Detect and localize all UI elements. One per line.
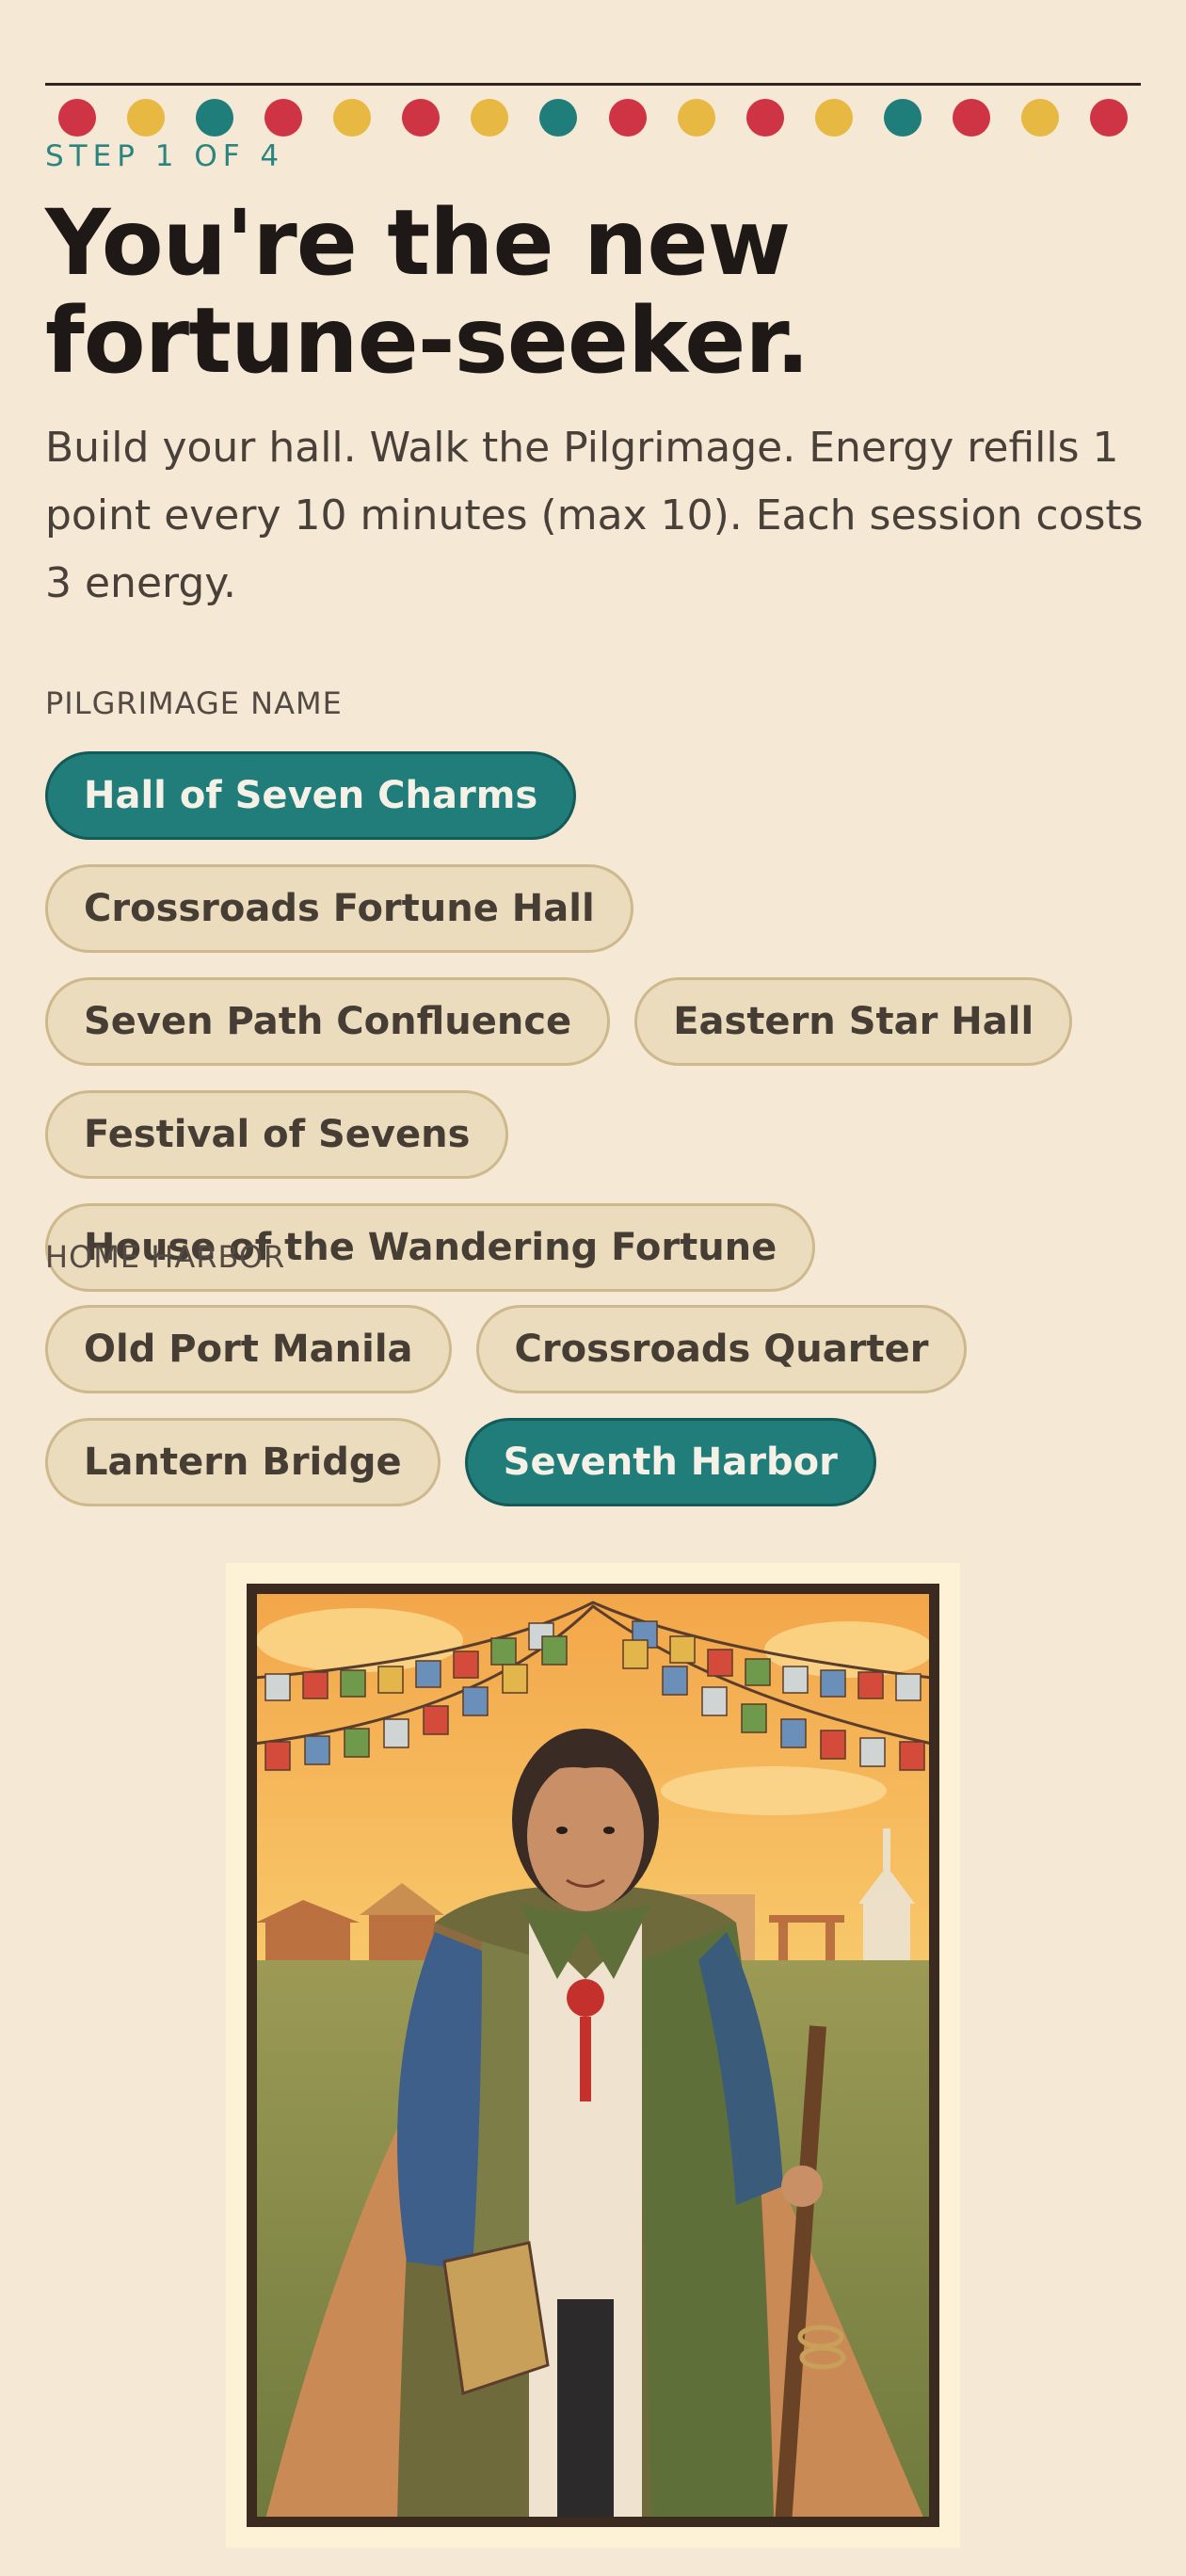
pilgrimage-option-eastern-star-hall[interactable]: Eastern Star Hall <box>634 977 1073 1066</box>
harbor-option-old-port-manila[interactable]: Old Port Manila <box>45 1305 452 1393</box>
progress-dot <box>814 99 853 137</box>
chip-label: Hall of Seven Charms <box>84 774 538 817</box>
progress-dot <box>402 99 441 137</box>
chip-label: Eastern Star Hall <box>673 1000 1034 1043</box>
pilgrimage-option-hall-of-seven-charms[interactable]: Hall of Seven Charms <box>45 751 577 840</box>
progress-dot <box>1089 99 1128 137</box>
harbor-option-crossroads-quarter[interactable]: Crossroads Quarter <box>475 1305 968 1393</box>
progress-dot <box>333 99 372 137</box>
step-indicator: STEP 1 OF 4 <box>45 139 285 173</box>
harbor-option-seventh-harbor[interactable]: Seventh Harbor <box>464 1418 876 1506</box>
progress-dot <box>608 99 647 137</box>
progress-dot <box>264 99 303 137</box>
chip-label: Old Port Manila <box>84 1328 413 1371</box>
pilgrim-portrait <box>226 1563 960 2548</box>
home-harbor-options: Old Port Manila Crossroads Quarter Lante… <box>45 1305 1156 1506</box>
pilgrim-illustration <box>247 1584 939 2527</box>
progress-dot <box>196 99 234 137</box>
chip-label: Festival of Sevens <box>84 1113 471 1156</box>
progress-dot <box>677 99 715 137</box>
progress-dot <box>127 99 166 137</box>
chip-label: Lantern Bridge <box>84 1441 402 1484</box>
header-rule <box>45 83 1141 86</box>
progress-dot <box>58 99 96 137</box>
progress-dot <box>471 99 509 137</box>
chip-label: Seven Path Confluence <box>84 1000 572 1043</box>
chip-label: Crossroads Quarter <box>514 1328 929 1371</box>
progress-dot <box>952 99 990 137</box>
harbor-option-lantern-bridge[interactable]: Lantern Bridge <box>45 1418 441 1506</box>
pilgrimage-option-crossroads-fortune-hall[interactable]: Crossroads Fortune Hall <box>45 864 633 953</box>
pilgrimage-option-festival-of-sevens[interactable]: Festival of Sevens <box>45 1090 509 1179</box>
progress-dots <box>58 98 1128 137</box>
chip-label: Crossroads Fortune Hall <box>84 887 595 930</box>
intro-text: Build your hall. Walk the Pilgrimage. En… <box>45 424 1144 607</box>
progress-dot <box>539 99 578 137</box>
pilgrimage-name-label: PILGRIMAGE NAME <box>45 685 343 721</box>
progress-dot <box>745 99 784 137</box>
pilgrimage-option-seven-path-confluence[interactable]: Seven Path Confluence <box>45 977 611 1066</box>
chip-label: Seventh Harbor <box>503 1441 838 1484</box>
pilgrimage-name-options: Hall of Seven Charms Crossroads Fortune … <box>45 751 1156 1292</box>
progress-dot <box>883 99 922 137</box>
home-harbor-label: HOME HARBOR <box>45 1239 286 1275</box>
page-title: You're the new fortune-seeker. <box>45 190 809 394</box>
progress-dot <box>1020 99 1059 137</box>
